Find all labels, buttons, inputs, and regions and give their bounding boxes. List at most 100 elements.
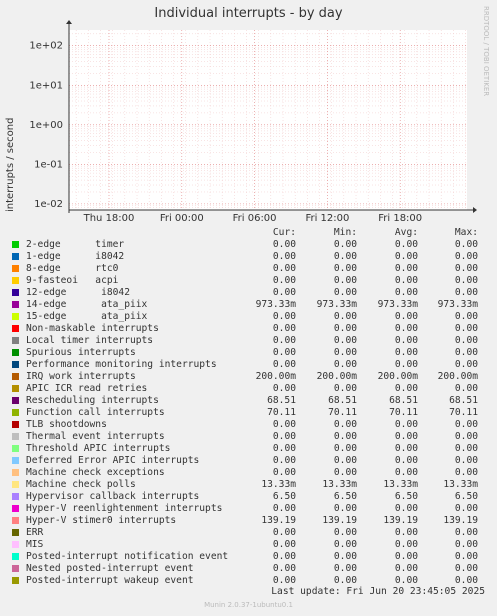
header-avg: Avg: [394,227,418,238]
series-avg: 70.11 [389,407,418,418]
series-name: Spurious interrupts [26,347,136,358]
series-name: Hyper-V reenlightenment interrupts [26,503,223,514]
series-max: 6.50 [454,491,478,502]
series-avg: 0.00 [394,383,418,394]
series-max: 0.00 [454,467,478,478]
last-update: Last update: Fri Jun 20 23:45:05 2025 [271,586,485,597]
series-max: 0.00 [454,455,478,466]
series-name: Posted-interrupt notification event [26,551,229,562]
legend-swatch [12,469,19,476]
legend-swatch [12,325,19,332]
series-min: 0.00 [333,239,357,250]
series-cur: 0.00 [272,419,296,430]
series-min: 0.00 [333,563,357,574]
legend-row: Deferred Error APIC interrupts 0.00 0.00 0.… [12,455,492,467]
series-cur: 0.00 [272,263,296,274]
legend-row: 12-edge i8042 0.00 0.00 0.00 0.00 [12,287,492,299]
y-tick-label: 1e+01 [29,80,63,91]
series-avg: 0.00 [394,335,418,346]
series-max: 68.51 [449,395,478,406]
header-min: Min: [333,227,357,238]
series-avg: 0.00 [394,527,418,538]
series-name: Nested posted-interrupt event [26,563,194,574]
legend-row: Machine check exceptions 0.00 0.00 0.00 0.00 [12,467,492,479]
legend-swatch [12,433,19,440]
series-avg: 0.00 [394,563,418,574]
series-name: Local timer interrupts [26,335,154,346]
series-avg: 0.00 [394,311,418,322]
legend-swatch [12,349,19,356]
series-min: 0.00 [333,419,357,430]
series-min: 0.00 [333,359,357,370]
series-min: 200.00m [316,371,357,382]
legend-row: Spurious interrupts 0.00 0.00 0.00 0.00 [12,347,492,359]
x-tick-label: Fri 18:00 [378,213,422,224]
series-name: 2-edge timer [26,239,125,250]
series-name: Non-maskable interrupts [26,323,159,334]
series-min: 0.00 [333,383,357,394]
series-name: APIC ICR read retries [26,383,148,394]
series-cur: 0.00 [272,503,296,514]
series-min: 70.11 [328,407,357,418]
x-axis-arrow [473,207,477,213]
series-cur: 0.00 [272,551,296,562]
series-avg: 0.00 [394,323,418,334]
legend-swatch [12,565,19,572]
legend-swatch [12,289,19,296]
series-min: 0.00 [333,347,357,358]
series-name: Thermal event interrupts [26,431,165,442]
series-cur: 0.00 [272,347,296,358]
graph-frame: Individual interrupts - by day interrupt… [0,0,497,616]
series-cur: 139.19 [261,515,296,526]
series-name: 1-edge i8042 [26,251,125,262]
chart-plot: 1e+02 1e+01 1e+00 1e-01 1e-02 Thu 18:00 Fri 00… [29,20,477,224]
y-tick-label: 1e-02 [34,199,63,210]
legend-swatch [12,277,19,284]
series-max: 0.00 [454,263,478,274]
series-min: 13.33m [322,479,357,490]
series-min: 0.00 [333,539,357,550]
series-min: 0.00 [333,455,357,466]
legend-swatch [12,253,19,260]
legend-row: Rescheduling interrupts 68.51 68.51 68.51 68… [12,395,492,407]
legend-swatch [12,457,19,464]
series-name: Machine check polls [26,479,136,490]
munin-version-footer: Munin 2.0.37-1ubuntu0.1 [204,601,293,609]
legend-swatch [12,265,19,272]
series-cur: 0.00 [272,563,296,574]
series-min: 0.00 [333,287,357,298]
series-min: 68.51 [328,395,357,406]
y-tick-label: 1e+02 [29,41,63,52]
series-max: 0.00 [454,239,478,250]
x-tick-label: Thu 18:00 [83,213,135,224]
legend-swatch [12,517,19,524]
header-max: Max: [454,227,478,238]
series-cur: 6.50 [272,491,296,502]
series-max: 0.00 [454,335,478,346]
legend-row: 14-edge ata_piix 973.33m 973.33m 973.33m 973… [12,299,492,311]
series-max: 0.00 [454,359,478,370]
series-avg: 0.00 [394,467,418,478]
series-cur: 973.33m [255,299,296,310]
legend-row: APIC ICR read retries 0.00 0.00 0.00 0.00 [12,383,492,395]
legend-swatch [12,481,19,488]
series-cur: 0.00 [272,527,296,538]
series-max: 0.00 [454,311,478,322]
legend: Cur: Min: Avg: Max: 2-edge timer 0.00 0.00… [12,227,492,587]
series-max: 0.00 [454,539,478,550]
series-avg: 0.00 [394,551,418,562]
series-name: Machine check exceptions [26,467,165,478]
series-max: 0.00 [454,287,478,298]
series-max: 0.00 [454,323,478,334]
series-min: 0.00 [333,263,357,274]
legend-swatch [12,337,19,344]
legend-swatch [12,421,19,428]
series-cur: 0.00 [272,251,296,262]
x-tick-label: Fri 06:00 [233,213,277,224]
series-max: 70.11 [449,407,478,418]
legend-swatch [12,301,19,308]
series-max: 0.00 [454,503,478,514]
series-min: 973.33m [316,299,357,310]
series-min: 139.19 [322,515,357,526]
legend-row: Hyper-V stimer0 interrupts 139.19 139.19 13… [12,515,492,527]
